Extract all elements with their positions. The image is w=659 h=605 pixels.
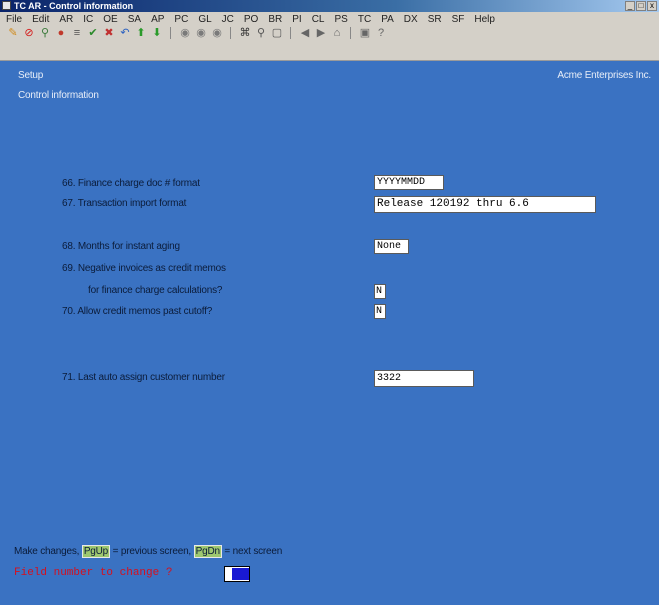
field-66-input[interactable]: YYYYMMDD xyxy=(374,175,444,190)
help-prefix: Make changes, xyxy=(14,546,80,557)
circle-icon-2[interactable]: ◉ xyxy=(194,26,208,40)
document-icon[interactable]: ▢ xyxy=(270,26,284,40)
field-67-input[interactable]: Release 120192 thru 6.6 xyxy=(374,196,596,213)
toolbar: ✎ ⊘ ⚲ ● ≡ ✔ ✖ ↶ ⬆ ⬇ ◉ ◉ ◉ ⌘ ⚲ ▢ ◀ ▶ ⌂ ▣ … xyxy=(0,26,659,61)
list-icon[interactable]: ≡ xyxy=(70,26,84,40)
menu-help[interactable]: Help xyxy=(474,14,495,25)
toolbar-separator xyxy=(170,27,171,39)
field-69-label-line2: for finance charge calculations? xyxy=(88,285,223,296)
menu-edit[interactable]: Edit xyxy=(32,14,49,25)
toolbar-separator xyxy=(230,27,231,39)
pgup-text: = previous screen, xyxy=(112,546,192,557)
page-title: Control information xyxy=(18,90,99,101)
window-title: TC AR - Control information xyxy=(14,1,134,11)
field-70-label: 70. Allow credit memos past cutoff? xyxy=(62,306,213,317)
field-68-label: 68. Months for instant aging xyxy=(62,241,180,252)
pgup-key[interactable]: PgUp xyxy=(81,545,111,558)
menu-sa[interactable]: SA xyxy=(128,14,141,25)
header-company: Acme Enterprises Inc. xyxy=(557,70,651,81)
cancel-icon[interactable]: ⊘ xyxy=(22,26,36,40)
field-66-label: 66. Finance charge doc # format xyxy=(62,178,200,189)
menu-oe[interactable]: OE xyxy=(103,14,117,25)
field-71-label: 71. Last auto assign customer number xyxy=(62,372,225,383)
previous-icon[interactable]: ◀ xyxy=(298,26,312,40)
search-icon[interactable]: ⚲ xyxy=(254,26,268,40)
menu-ap[interactable]: AP xyxy=(151,14,164,25)
menu-tc[interactable]: TC xyxy=(358,14,371,25)
menu-cl[interactable]: CL xyxy=(312,14,325,25)
delete-icon[interactable]: ✖ xyxy=(102,26,116,40)
menu-sf[interactable]: SF xyxy=(452,14,465,25)
field-number-input[interactable] xyxy=(224,566,250,582)
pencil-icon[interactable]: ✎ xyxy=(6,26,20,40)
menu-pa[interactable]: PA xyxy=(381,14,394,25)
menu-po[interactable]: PO xyxy=(244,14,258,25)
menu-br[interactable]: BR xyxy=(268,14,282,25)
menu-sr[interactable]: SR xyxy=(428,14,442,25)
field-change-prompt: Field number to change ? xyxy=(14,567,173,579)
field-71-input[interactable]: 3322 xyxy=(374,370,474,387)
menu-pi[interactable]: PI xyxy=(292,14,301,25)
text-cursor xyxy=(232,568,249,580)
record-icon[interactable]: ● xyxy=(54,26,68,40)
minimize-button[interactable]: _ xyxy=(625,1,635,11)
next-icon[interactable]: ▶ xyxy=(314,26,328,40)
field-69-input[interactable]: N xyxy=(374,284,386,299)
help-line: Make changes, PgUp = previous screen, Pg… xyxy=(14,545,282,558)
menu-bar: File Edit AR IC OE SA AP PC GL JC PO BR … xyxy=(0,12,659,26)
menu-dx[interactable]: DX xyxy=(404,14,418,25)
menu-jc[interactable]: JC xyxy=(222,14,234,25)
circle-icon-3[interactable]: ◉ xyxy=(210,26,224,40)
field-69-label: 69. Negative invoices as credit memos xyxy=(62,263,226,274)
arrow-up-icon[interactable]: ⬆ xyxy=(134,26,148,40)
help-icon[interactable]: ? xyxy=(374,26,388,40)
zoom-icon[interactable]: ⚲ xyxy=(38,26,52,40)
header-setup: Setup xyxy=(18,70,44,81)
field-70-input[interactable]: N xyxy=(374,304,386,319)
save-icon[interactable]: ▣ xyxy=(358,26,372,40)
toolbar-separator xyxy=(350,27,351,39)
field-67-label: 67. Transaction import format xyxy=(62,198,187,209)
pgdn-text: = next screen xyxy=(224,546,283,557)
menu-file[interactable]: File xyxy=(6,14,22,25)
menu-ps[interactable]: PS xyxy=(335,14,348,25)
menu-ic[interactable]: IC xyxy=(83,14,93,25)
circle-icon[interactable]: ◉ xyxy=(178,26,192,40)
pgdn-key[interactable]: PgDn xyxy=(193,545,222,558)
binoculars-icon[interactable]: ⌘ xyxy=(238,26,252,40)
menu-ar[interactable]: AR xyxy=(59,14,73,25)
toolbar-separator xyxy=(290,27,291,39)
menu-pc[interactable]: PC xyxy=(174,14,188,25)
restore-button[interactable]: □ xyxy=(636,1,646,11)
home-icon[interactable]: ⌂ xyxy=(330,26,344,40)
menu-gl[interactable]: GL xyxy=(198,14,211,25)
undo-icon[interactable]: ↶ xyxy=(118,26,132,40)
title-bar: TC AR - Control information _ □ x xyxy=(0,0,659,12)
app-icon xyxy=(2,1,11,10)
close-button[interactable]: x xyxy=(647,1,657,11)
arrow-down-icon[interactable]: ⬇ xyxy=(150,26,164,40)
checkmark-icon[interactable]: ✔ xyxy=(86,26,100,40)
field-68-input[interactable]: None xyxy=(374,239,409,254)
main-screen xyxy=(0,61,659,605)
